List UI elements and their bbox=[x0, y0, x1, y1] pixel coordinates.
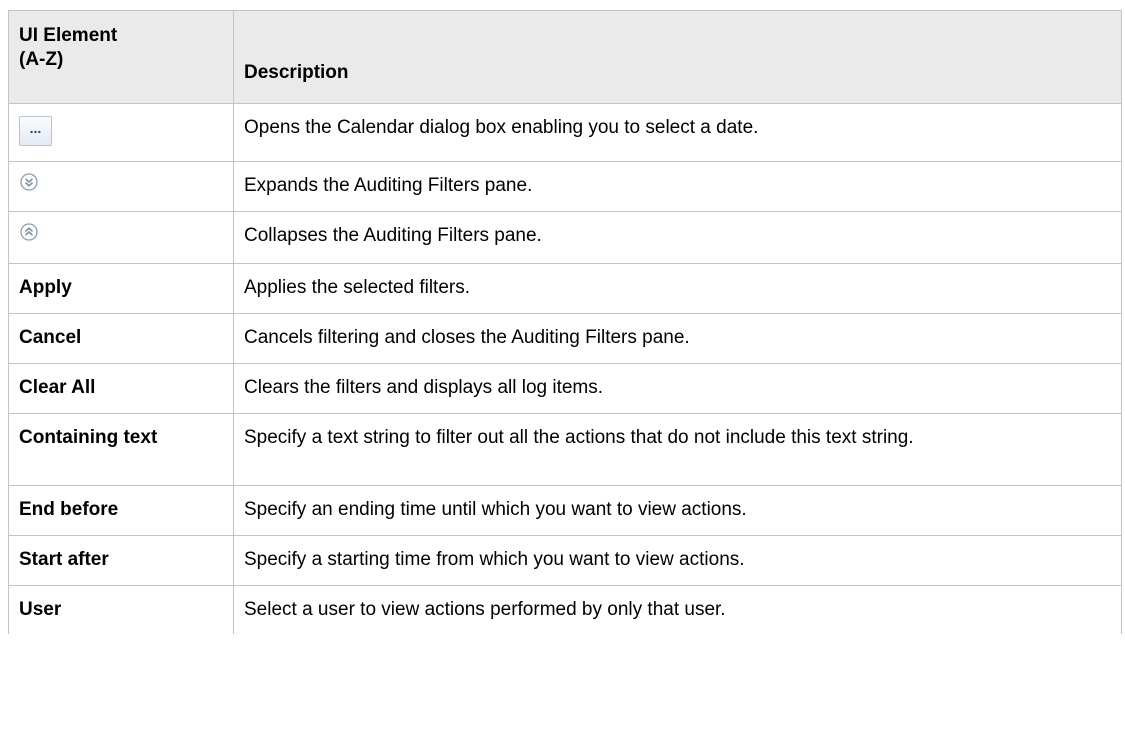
expand-double-chevron-icon bbox=[19, 172, 39, 199]
description-cell: Specify an ending time until which you w… bbox=[233, 485, 1122, 536]
ui-element-cell: Cancel bbox=[8, 313, 234, 364]
table-header: UI Element (A-Z) Description bbox=[8, 10, 1122, 104]
ui-element-header-line2: (A-Z) bbox=[19, 49, 64, 70]
table-row: User Select a user to view actions perfo… bbox=[8, 585, 1122, 634]
table-row: Clear All Clears the filters and display… bbox=[8, 363, 1122, 414]
description-cell: Specify a text string to filter out all … bbox=[233, 413, 1122, 486]
table-row: Apply Applies the selected filters. bbox=[8, 263, 1122, 314]
ui-element-cell: Start after bbox=[8, 535, 234, 586]
header-row: UI Element (A-Z) Description bbox=[8, 10, 1122, 104]
table-row: Containing text Specify a text string to… bbox=[8, 413, 1122, 486]
description-cell: Collapses the Auditing Filters pane. bbox=[233, 211, 1122, 264]
ui-element-cell: Clear All bbox=[8, 363, 234, 414]
description-cell: Select a user to view actions performed … bbox=[233, 585, 1122, 634]
ui-element-cell bbox=[8, 211, 234, 264]
ui-elements-table: UI Element (A-Z) Description ... Opens t… bbox=[8, 10, 1122, 634]
description-cell: Cancels filtering and closes the Auditin… bbox=[233, 313, 1122, 364]
collapse-double-chevron-icon bbox=[19, 222, 39, 249]
description-cell: Applies the selected filters. bbox=[233, 263, 1122, 314]
description-cell: Expands the Auditing Filters pane. bbox=[233, 161, 1122, 212]
ui-element-cell: Containing text bbox=[8, 413, 234, 486]
ui-element-column-header: UI Element (A-Z) bbox=[8, 10, 234, 104]
table-row: Cancel Cancels filtering and closes the … bbox=[8, 313, 1122, 364]
ui-element-header-line1: UI Element bbox=[19, 25, 118, 46]
table-row: End before Specify an ending time until … bbox=[8, 485, 1122, 536]
description-cell: Specify a starting time from which you w… bbox=[233, 535, 1122, 586]
table-row: Collapses the Auditing Filters pane. bbox=[8, 211, 1122, 264]
ui-element-cell: User bbox=[8, 585, 234, 634]
table-row: Expands the Auditing Filters pane. bbox=[8, 161, 1122, 212]
table-row: ... Opens the Calendar dialog box enabli… bbox=[8, 103, 1122, 162]
ui-element-cell: Apply bbox=[8, 263, 234, 314]
ui-element-cell bbox=[8, 161, 234, 212]
ellipsis-button-icon: ... bbox=[19, 116, 52, 146]
description-cell: Opens the Calendar dialog box enabling y… bbox=[233, 103, 1122, 162]
description-cell: Clears the filters and displays all log … bbox=[233, 363, 1122, 414]
table-body: ... Opens the Calendar dialog box enabli… bbox=[8, 103, 1122, 634]
ui-element-cell: End before bbox=[8, 485, 234, 536]
table-row: Start after Specify a starting time from… bbox=[8, 535, 1122, 586]
description-column-header: Description bbox=[233, 10, 1122, 104]
ui-element-cell: ... bbox=[8, 103, 234, 162]
